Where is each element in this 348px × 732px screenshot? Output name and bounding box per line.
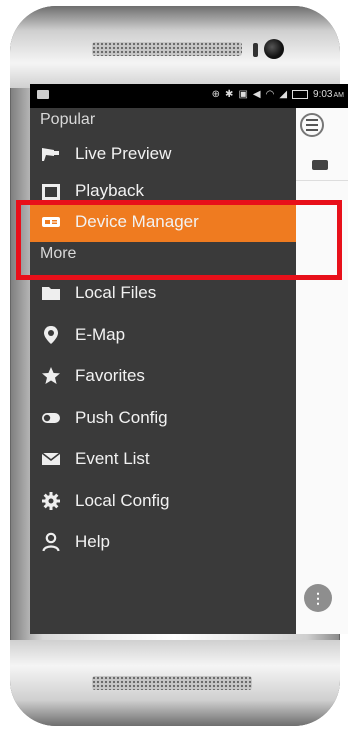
navigation-drawer: Popular Live Preview Playback Device Man… <box>30 108 296 634</box>
clock: 9:03AM <box>313 89 344 100</box>
gear-icon <box>40 490 62 512</box>
notification-icon <box>37 90 49 99</box>
more-options-button[interactable]: ⋮ <box>304 584 332 612</box>
drawer-item-label: Local Config <box>75 491 170 510</box>
toggle-icon <box>40 407 62 429</box>
drawer-item-help[interactable]: Help <box>30 522 296 562</box>
drawer-item-local-config[interactable]: Local Config <box>30 481 296 521</box>
main-content-peek: ⋮ <box>296 108 348 634</box>
gps-icon: ⊕ <box>211 89 221 100</box>
divider <box>296 180 348 181</box>
front-camera-icon <box>264 39 284 59</box>
drawer-item-label: Playback <box>75 181 144 200</box>
drawer-item-label: Favorites <box>75 366 145 385</box>
drawer-item-live-preview[interactable]: Live Preview <box>30 134 296 174</box>
section-header-popular: Popular <box>40 111 96 128</box>
device-card-icon <box>312 160 328 170</box>
user-icon <box>40 531 62 553</box>
drawer-item-e-map[interactable]: E-Map <box>30 315 296 355</box>
envelope-icon <box>40 448 62 470</box>
sensor-icon <box>253 43 258 57</box>
signal-icon: ◢ <box>279 89 288 100</box>
film-icon <box>40 181 62 202</box>
drawer-item-label: Event List <box>75 449 150 468</box>
star-icon <box>40 365 62 387</box>
drawer-item-playback[interactable]: Playback <box>30 174 296 202</box>
wifi-icon: ◠ <box>265 89 275 100</box>
menu-icon[interactable] <box>300 113 324 137</box>
drawer-item-favorites[interactable]: Favorites <box>30 356 296 396</box>
drawer-item-push-config[interactable]: Push Config <box>30 398 296 438</box>
drawer-item-event-list[interactable]: Event List <box>30 439 296 479</box>
map-pin-icon <box>40 324 62 346</box>
phone-screen: ⊕ ✱ ▣ ◀ ◠ ◢ 9:03AM Popular Live Preview … <box>30 84 348 634</box>
mute-icon: ◀ <box>252 89 261 100</box>
nfc-icon: ▣ <box>238 89 248 100</box>
status-bar: ⊕ ✱ ▣ ◀ ◠ ◢ 9:03AM <box>30 84 348 108</box>
drawer-item-label: Local Files <box>75 283 157 302</box>
top-speaker-grille <box>92 42 242 56</box>
bottom-speaker-grille <box>92 676 252 690</box>
drawer-item-label: Help <box>75 532 110 551</box>
bluetooth-icon: ✱ <box>225 89 234 100</box>
highlight-box <box>16 200 342 280</box>
status-icons: ⊕ ✱ ▣ ◀ ◠ ◢ 9:03AM <box>212 89 344 100</box>
folder-icon <box>40 282 62 304</box>
drawer-item-label: Live Preview <box>75 144 172 163</box>
drawer-item-label: Push Config <box>75 408 168 427</box>
camera-icon <box>40 143 62 165</box>
battery-icon <box>292 90 309 99</box>
drawer-item-label: E-Map <box>75 325 126 344</box>
